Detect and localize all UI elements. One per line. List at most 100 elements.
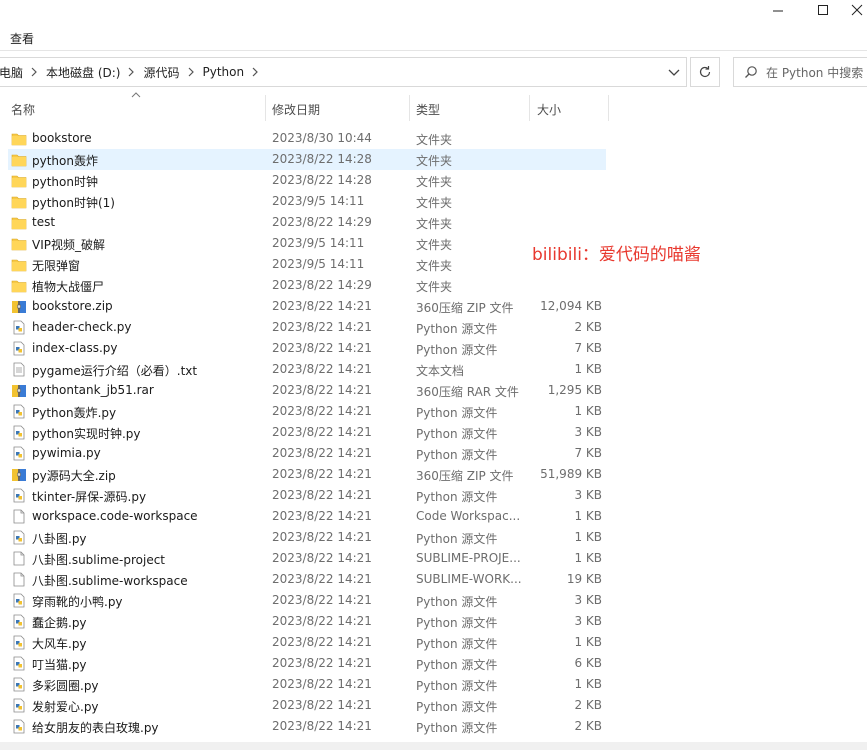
folder-icon xyxy=(11,152,27,167)
file-size: 1 KB xyxy=(574,530,602,544)
file-row[interactable]: pywimia.py 2023/8/22 14:21 Python 源文件 7 KB xyxy=(0,443,867,464)
file-type: SUBLIME-PROJE... xyxy=(416,551,521,565)
column-divider[interactable] xyxy=(409,95,410,121)
file-row[interactable]: python实现时钟.py 2023/8/22 14:21 Python 源文件 3 … xyxy=(0,422,867,443)
file-row[interactable]: 无限弹窗 2023/9/5 14:11 文件夹 xyxy=(0,254,867,275)
file-row[interactable]: python轰炸 2023/8/22 14:28 文件夹 xyxy=(0,149,867,170)
column-divider[interactable] xyxy=(265,95,266,121)
breadcrumb-this-pc[interactable]: 电脑 xyxy=(0,64,23,81)
file-row[interactable]: Python轰炸.py 2023/8/22 14:21 Python 源文件 1 KB xyxy=(0,401,867,422)
file-size: 2 KB xyxy=(574,719,602,733)
python-icon xyxy=(11,446,27,461)
file-size: 3 KB xyxy=(574,593,602,607)
file-row[interactable]: index-class.py 2023/8/22 14:21 Python 源文件 7… xyxy=(0,338,867,359)
search-input[interactable]: 在 Python 中搜索 xyxy=(766,64,863,81)
file-row[interactable]: 给女朋友的表白玫瑰.py 2023/8/22 14:21 Python 源文件 2 K… xyxy=(0,716,867,737)
column-divider[interactable] xyxy=(608,95,609,121)
file-modified-date: 2023/8/22 14:21 xyxy=(272,635,372,649)
file-size: 3 KB xyxy=(574,614,602,628)
file-row[interactable]: py源码大全.zip 2023/8/22 14:21 360压缩 ZIP 文件 51,… xyxy=(0,464,867,485)
file-name: workspace.code-workspace xyxy=(32,509,198,523)
file-row[interactable]: VIP视频_破解 2023/9/5 14:11 文件夹 xyxy=(0,233,867,254)
python-icon xyxy=(11,404,27,419)
file-row[interactable]: pythontank_jb51.rar 2023/8/22 14:21 360压缩 … xyxy=(0,380,867,401)
folder-icon xyxy=(11,257,27,272)
column-size[interactable]: 大小 xyxy=(537,101,561,118)
chevron-right-icon xyxy=(129,67,135,77)
file-modified-date: 2023/8/22 14:21 xyxy=(272,698,372,712)
file-name: 大风车.py xyxy=(32,637,87,651)
breadcrumb-python[interactable]: Python xyxy=(203,65,245,79)
file-type: 360压缩 ZIP 文件 xyxy=(416,469,514,483)
file-name: Python轰炸.py xyxy=(32,406,117,420)
file-row[interactable]: 多彩圆圈.py 2023/8/22 14:21 Python 源文件 1 KB xyxy=(0,674,867,695)
file-size: 51,989 KB xyxy=(540,467,602,481)
address-history-dropdown[interactable] xyxy=(668,66,680,81)
file-type: Python 源文件 xyxy=(416,679,498,693)
file-row[interactable]: 叮当猫.py 2023/8/22 14:21 Python 源文件 6 KB xyxy=(0,653,867,674)
file-modified-date: 2023/8/22 14:21 xyxy=(272,656,372,670)
file-modified-date: 2023/8/22 14:21 xyxy=(272,614,372,628)
file-modified-date: 2023/8/22 14:21 xyxy=(272,320,372,334)
file-modified-date: 2023/8/22 14:21 xyxy=(272,299,372,313)
python-icon xyxy=(11,635,27,650)
file-row[interactable]: 发射爱心.py 2023/8/22 14:21 Python 源文件 2 KB xyxy=(0,695,867,716)
file-modified-date: 2023/8/22 14:21 xyxy=(272,677,372,691)
close-button[interactable] xyxy=(847,0,867,20)
folder-icon xyxy=(11,194,27,209)
python-icon xyxy=(11,341,27,356)
file-modified-date: 2023/9/5 14:11 xyxy=(272,194,365,208)
column-divider[interactable] xyxy=(529,95,530,121)
file-type: Python 源文件 xyxy=(416,406,498,420)
column-type[interactable]: 类型 xyxy=(416,101,440,118)
file-type: 360压缩 ZIP 文件 xyxy=(416,301,514,315)
file-name: 无限弹窗 xyxy=(32,259,81,273)
file-row[interactable]: 八卦图.sublime-project 2023/8/22 14:21 SUBLIM… xyxy=(0,548,867,569)
tab-view[interactable]: 查看 xyxy=(10,30,34,47)
address-row: 电脑 本地磁盘 (D:) 源代码 Python 在 Python 中搜索 xyxy=(0,56,867,88)
maximize-button[interactable] xyxy=(803,0,843,20)
file-type: 文件夹 xyxy=(416,280,453,294)
file-row[interactable]: bookstore 2023/8/30 10:44 文件夹 xyxy=(0,128,867,149)
search-box[interactable]: 在 Python 中搜索 xyxy=(733,57,867,87)
file-modified-date: 2023/8/22 14:21 xyxy=(272,383,372,397)
python-icon xyxy=(11,614,27,629)
file-type: Python 源文件 xyxy=(416,532,498,546)
file-row[interactable]: tkinter-屏保-源码.py 2023/8/22 14:21 Python 源文… xyxy=(0,485,867,506)
refresh-button[interactable] xyxy=(690,57,720,87)
file-row[interactable]: python时钟 2023/8/22 14:28 文件夹 xyxy=(0,170,867,191)
file-type: Code Workspac... xyxy=(416,509,521,523)
file-name: 八卦图.sublime-project xyxy=(32,553,166,567)
file-name: 植物大战僵尸 xyxy=(32,280,105,294)
column-date[interactable]: 修改日期 xyxy=(272,101,320,118)
file-row[interactable]: header-check.py 2023/8/22 14:21 Python 源文件… xyxy=(0,317,867,338)
file-row[interactable]: workspace.code-workspace 2023/8/22 14:21 C… xyxy=(0,506,867,527)
file-type: Python 源文件 xyxy=(416,343,498,357)
file-row[interactable]: python时钟(1) 2023/9/5 14:11 文件夹 xyxy=(0,191,867,212)
file-row[interactable]: 八卦图.sublime-workspace 2023/8/22 14:21 SUBL… xyxy=(0,569,867,590)
file-row[interactable]: 植物大战僵尸 2023/8/22 14:29 文件夹 xyxy=(0,275,867,296)
file-name: pythontank_jb51.rar xyxy=(32,383,154,397)
column-name[interactable]: 名称 xyxy=(11,101,35,118)
file-name: bookstore.zip xyxy=(32,299,113,313)
file-row[interactable]: 八卦图.py 2023/8/22 14:21 Python 源文件 1 KB xyxy=(0,527,867,548)
file-row[interactable]: bookstore.zip 2023/8/22 14:21 360压缩 ZIP 文件… xyxy=(0,296,867,317)
file-type: Python 源文件 xyxy=(416,637,498,651)
minimize-button[interactable] xyxy=(758,0,798,20)
file-modified-date: 2023/8/22 14:29 xyxy=(272,215,372,229)
address-bar[interactable]: 电脑 本地磁盘 (D:) 源代码 Python xyxy=(0,57,687,87)
file-size: 3 KB xyxy=(574,488,602,502)
file-name: tkinter-屏保-源码.py xyxy=(32,490,147,504)
breadcrumb-drive-d[interactable]: 本地磁盘 (D:) xyxy=(46,64,120,81)
chevron-right-icon xyxy=(188,67,194,77)
column-header: 名称 修改日期 类型 大小 xyxy=(0,92,867,121)
file-row[interactable]: pygame运行介绍（必看）.txt 2023/8/22 14:21 文本文档 1 K… xyxy=(0,359,867,380)
file-name: 叮当猫.py xyxy=(32,658,87,672)
refresh-icon xyxy=(699,66,711,78)
file-row[interactable]: 穿雨靴的小鸭.py 2023/8/22 14:21 Python 源文件 3 KB xyxy=(0,590,867,611)
file-row[interactable]: 大风车.py 2023/8/22 14:21 Python 源文件 1 KB xyxy=(0,632,867,653)
file-name: py源码大全.zip xyxy=(32,469,116,483)
file-row[interactable]: test 2023/8/22 14:29 文件夹 xyxy=(0,212,867,233)
breadcrumb-source-code[interactable]: 源代码 xyxy=(143,64,179,81)
file-row[interactable]: 蠢企鹅.py 2023/8/22 14:21 Python 源文件 3 KB xyxy=(0,611,867,632)
